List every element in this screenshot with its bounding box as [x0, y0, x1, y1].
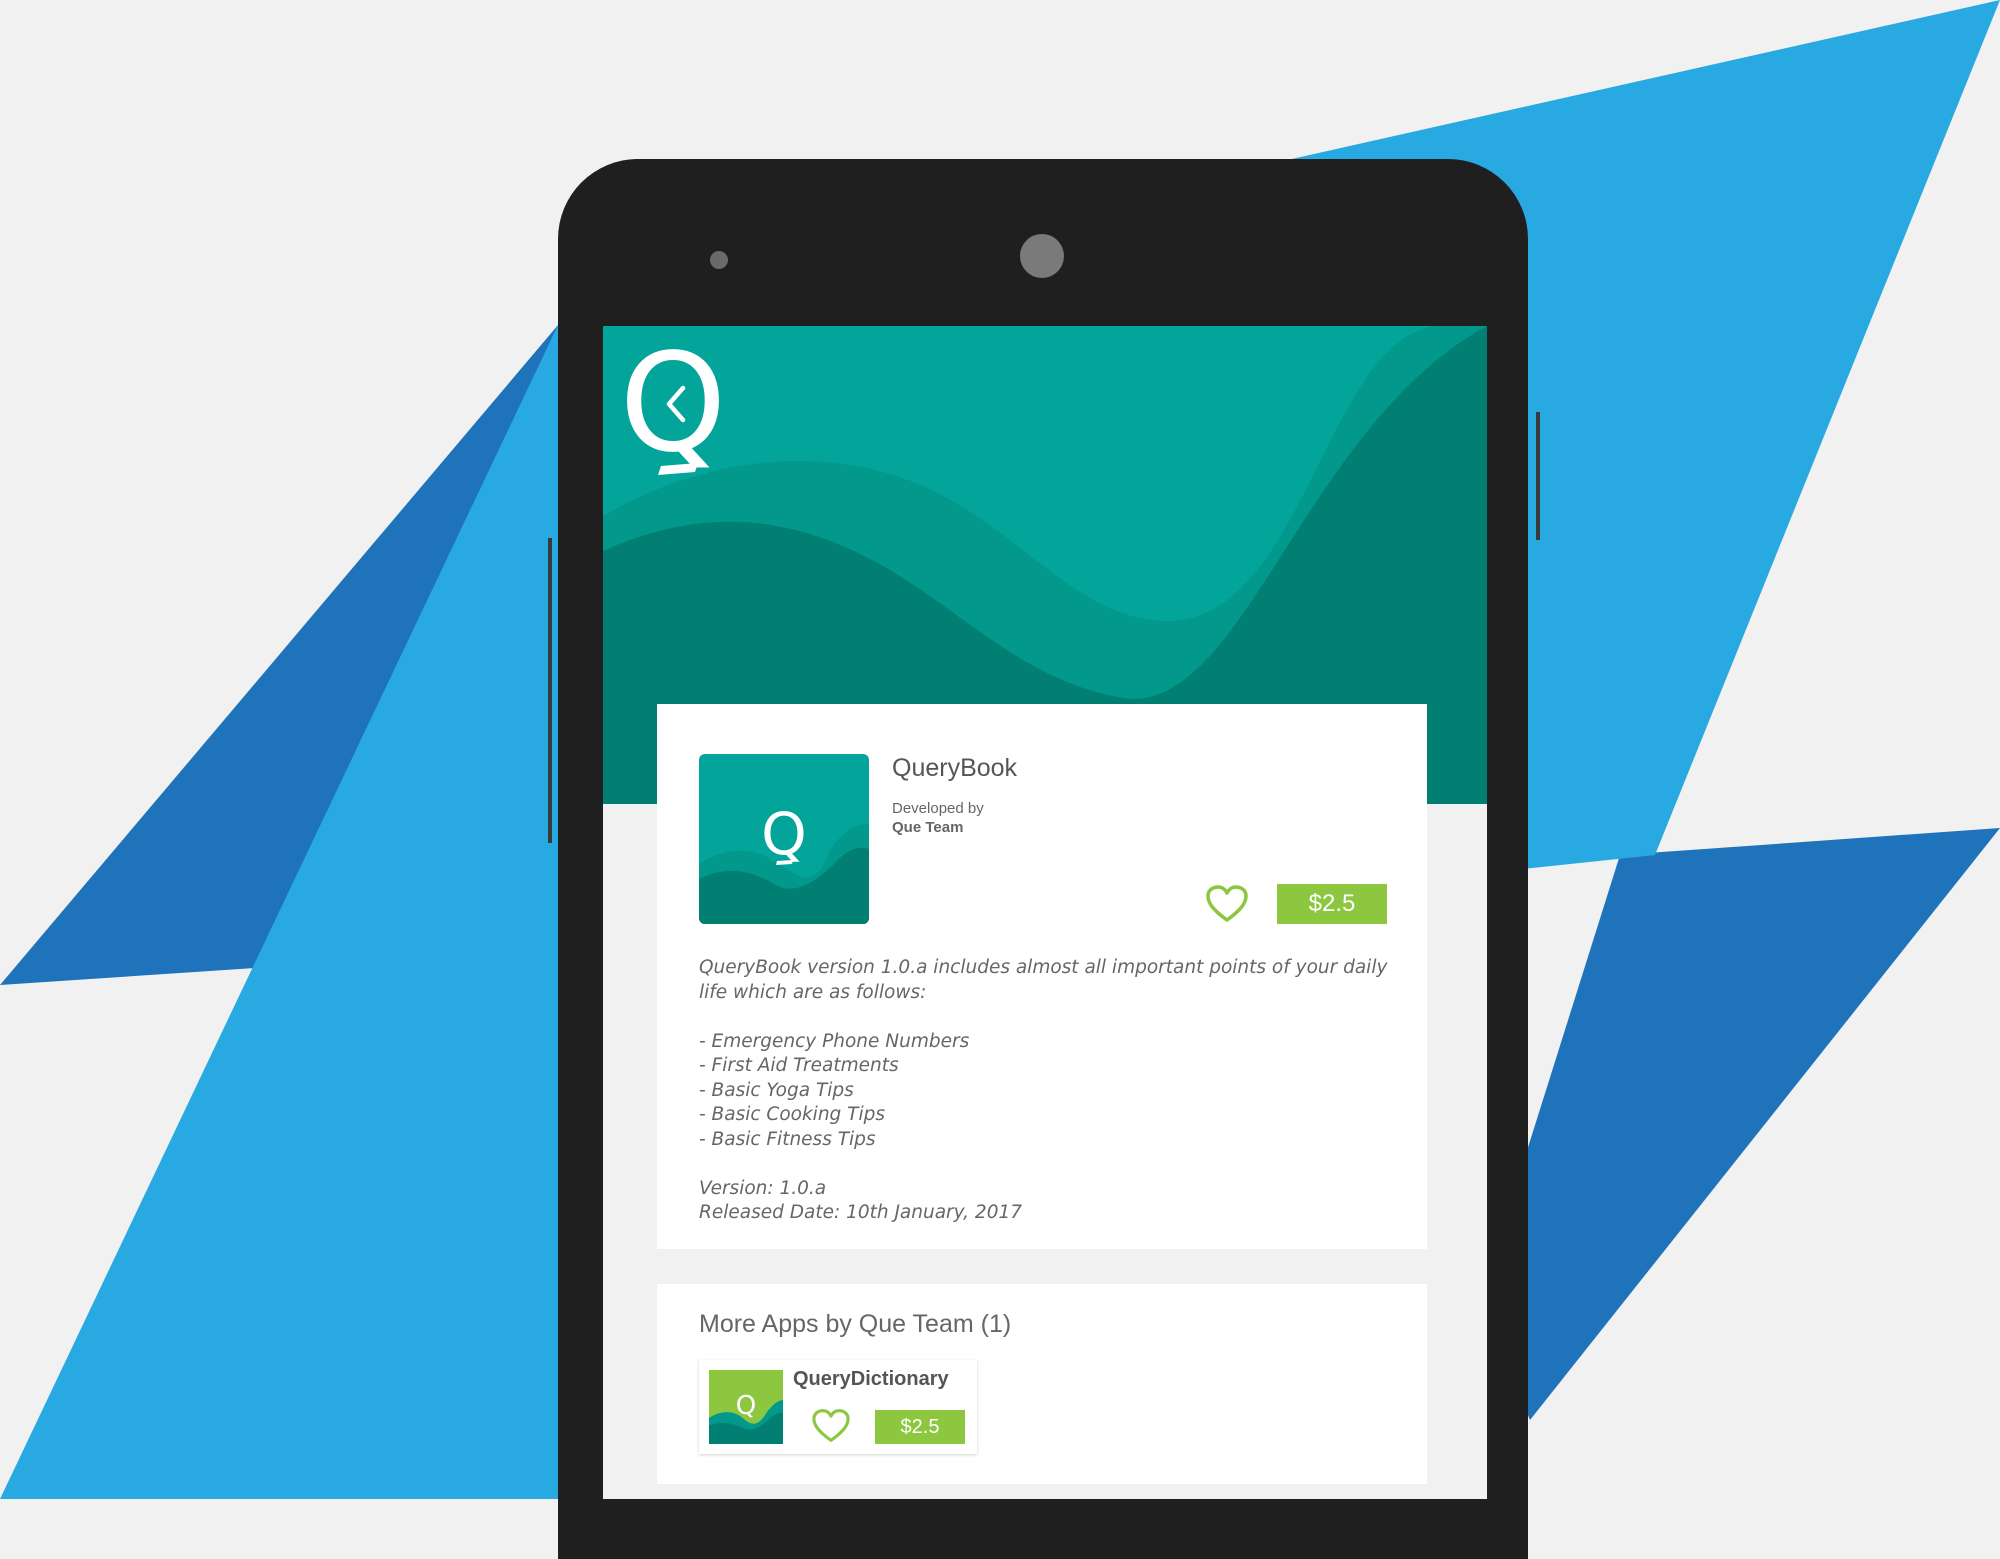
app-icon: Q: [699, 754, 869, 924]
q-logo-icon: Q: [709, 1391, 783, 1444]
description-intro-line: life which are as follows:: [699, 981, 927, 1003]
more-apps-title: More Apps by Que Team (1): [699, 1310, 1012, 1338]
app-description: QueryBook version 1.0.a includes almost …: [699, 956, 1399, 1226]
feature-item: - Basic Cooking Tips: [699, 1104, 885, 1125]
developed-by-label: Developed by: [892, 800, 984, 817]
developer-name[interactable]: Que Team: [892, 819, 963, 836]
q-logo-icon: Q: [699, 800, 869, 924]
feature-item: - Basic Fitness Tips: [699, 1128, 876, 1150]
phone-side-button-right: [1536, 412, 1540, 540]
mini-price-button[interactable]: $2.5: [875, 1410, 965, 1444]
release-date-text: Released Date: 10th January, 2017: [699, 1202, 1023, 1223]
app-screen: Q Q QueryBook Developed by Que Team $2.5…: [603, 326, 1487, 1499]
heart-outline-icon: [1206, 885, 1248, 922]
bg-dark-blue-shape-right: [1480, 828, 2000, 1420]
phone-front-camera: [1020, 234, 1064, 278]
phone-sensor: [710, 251, 728, 269]
mini-app-icon: Q: [709, 1370, 783, 1444]
svg-text:Q: Q: [619, 326, 726, 476]
svg-text:Q: Q: [736, 1391, 756, 1421]
feature-item: - Emergency Phone Numbers: [699, 1030, 970, 1052]
feature-item: - First Aid Treatments: [699, 1055, 899, 1076]
description-intro-line: QueryBook version 1.0.a includes almost …: [699, 957, 1388, 978]
app-title: QueryBook: [892, 754, 1018, 782]
app-logo-q-icon: Q: [619, 326, 726, 476]
phone-side-button-left: [548, 538, 552, 843]
svg-text:Q: Q: [761, 800, 807, 868]
mini-app-title: QueryDictionary: [793, 1368, 949, 1390]
buy-price-button[interactable]: $2.5: [1277, 884, 1387, 924]
mini-favorite-button[interactable]: [811, 1408, 851, 1444]
heart-outline-icon: [812, 1409, 850, 1442]
app-details-card: Q QueryBook Developed by Que Team $2.5 Q…: [657, 704, 1427, 1249]
feature-item: - Basic Yoga Tips: [699, 1079, 854, 1101]
more-app-item[interactable]: Q QueryDictionary $2.5: [699, 1360, 977, 1454]
more-apps-card: More Apps by Que Team (1) Q QueryDiction…: [657, 1284, 1427, 1484]
favorite-button[interactable]: [1205, 884, 1249, 924]
version-text: Version: 1.0.a: [699, 1177, 827, 1199]
